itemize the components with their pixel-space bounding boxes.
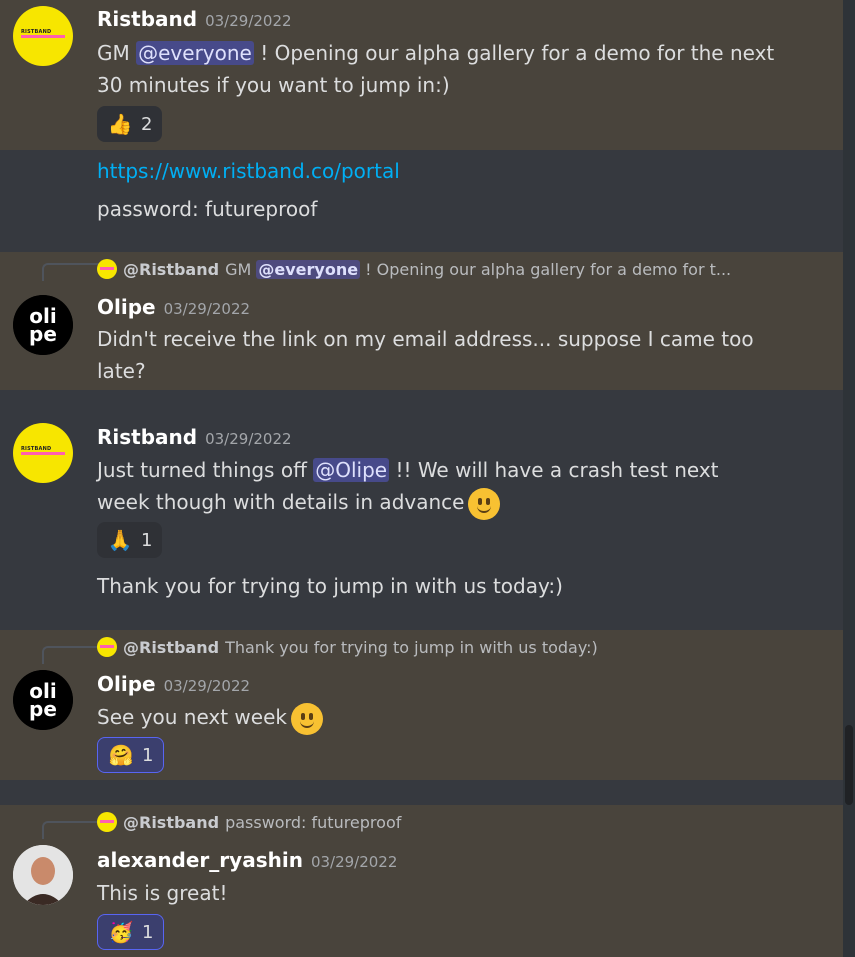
scroll-thumb[interactable] xyxy=(845,725,853,805)
ristband-logo: RISTBAND xyxy=(19,29,67,40)
message-ristband-1: RISTBAND Ristband 03/29/2022 GM @everyone… xyxy=(0,0,843,150)
reaction-hug[interactable]: 🤗 1 xyxy=(97,737,165,773)
author-name[interactable]: Olipe 03/29/2022 xyxy=(97,672,250,696)
thumbs-up-icon: 👍 xyxy=(107,112,133,136)
svg-text:pe: pe xyxy=(29,322,57,346)
message-olipe-1: @Ristband GM @everyone ! Opening our alp… xyxy=(0,252,843,390)
reply-preview[interactable]: @Ristband Thank you for trying to jump i… xyxy=(97,637,598,657)
user-photo-icon xyxy=(13,845,73,905)
message-ristband-2: RISTBAND Ristband 03/29/2022 Just turned … xyxy=(0,390,843,630)
reaction-party[interactable]: 🥳 1 xyxy=(97,914,165,950)
mention-everyone: @everyone xyxy=(256,259,361,279)
avatar-ristband[interactable]: RISTBAND xyxy=(13,423,73,483)
reaction-count: 1 xyxy=(142,921,154,943)
mention-everyone[interactable]: @everyone xyxy=(136,41,254,65)
olipe-logo-icon: oli pe xyxy=(13,670,73,730)
avatar-olipe[interactable]: oli pe xyxy=(13,670,73,730)
ristband-logo: RISTBAND xyxy=(19,446,67,457)
reply-preview[interactable]: @Ristband GM @everyone ! Opening our alp… xyxy=(97,259,731,279)
mention-olipe[interactable]: @Olipe xyxy=(313,458,390,482)
author-name[interactable]: alexander_ryashin 03/29/2022 xyxy=(97,848,397,872)
portal-link[interactable]: https://www.ristband.co/portal xyxy=(97,155,400,187)
scrollbar[interactable] xyxy=(843,0,855,957)
timestamp: 03/29/2022 xyxy=(205,430,292,448)
author-name[interactable]: Ristband 03/29/2022 xyxy=(97,7,292,31)
timestamp: 03/29/2022 xyxy=(205,12,292,30)
reply-spine xyxy=(42,646,99,664)
avatar-alexander[interactable] xyxy=(13,845,73,905)
ristband-mini-avatar xyxy=(97,637,117,657)
folded-hands-icon: 🙏 xyxy=(107,528,133,552)
message-olipe-2: @Ristband Thank you for trying to jump i… xyxy=(0,630,843,780)
message-text: Didn't receive the link on my email addr… xyxy=(97,327,754,383)
hugging-face-icon: 🤗 xyxy=(108,743,134,767)
message-text: GM @everyone ! Opening our alpha gallery… xyxy=(97,41,775,97)
reaction-count: 2 xyxy=(141,113,153,135)
timestamp: 03/29/2022 xyxy=(310,853,398,871)
reaction-count: 1 xyxy=(142,744,154,766)
svg-text:pe: pe xyxy=(29,697,57,721)
message-ristband-link: https://www.ristband.co/portal password:… xyxy=(0,150,843,252)
reaction-thumbs-up[interactable]: 👍 2 xyxy=(97,106,163,142)
followup-text: Thank you for trying to jump in with us … xyxy=(97,574,563,598)
author-name[interactable]: Olipe 03/29/2022 xyxy=(97,295,250,319)
slight-smile-icon xyxy=(290,702,323,735)
ristband-mini-avatar xyxy=(97,812,117,832)
message-alexander: @Ristband password: futureproof alexande… xyxy=(0,805,843,957)
avatar-ristband[interactable]: RISTBAND xyxy=(13,6,73,66)
reaction-pray[interactable]: 🙏 1 xyxy=(97,522,163,558)
message-text: See you next week xyxy=(97,701,323,735)
ristband-mini-avatar xyxy=(97,259,117,279)
author-name[interactable]: Ristband 03/29/2022 xyxy=(97,425,292,449)
message-text: Just turned things off @Olipe !! We will… xyxy=(97,454,719,520)
slight-smile-icon xyxy=(468,487,501,520)
reply-spine xyxy=(42,821,99,839)
timestamp: 03/29/2022 xyxy=(163,677,251,695)
timestamp: 03/29/2022 xyxy=(163,300,251,318)
reaction-count: 1 xyxy=(141,529,153,551)
partying-face-icon: 🥳 xyxy=(108,920,134,944)
avatar-olipe[interactable]: oli pe xyxy=(13,295,73,355)
reply-spine xyxy=(42,263,99,281)
password-text: password: futureproof xyxy=(97,197,318,221)
message-text: This is great! xyxy=(97,881,228,905)
reply-preview[interactable]: @Ristband password: futureproof xyxy=(97,812,401,832)
olipe-logo-icon: oli pe xyxy=(13,295,73,355)
